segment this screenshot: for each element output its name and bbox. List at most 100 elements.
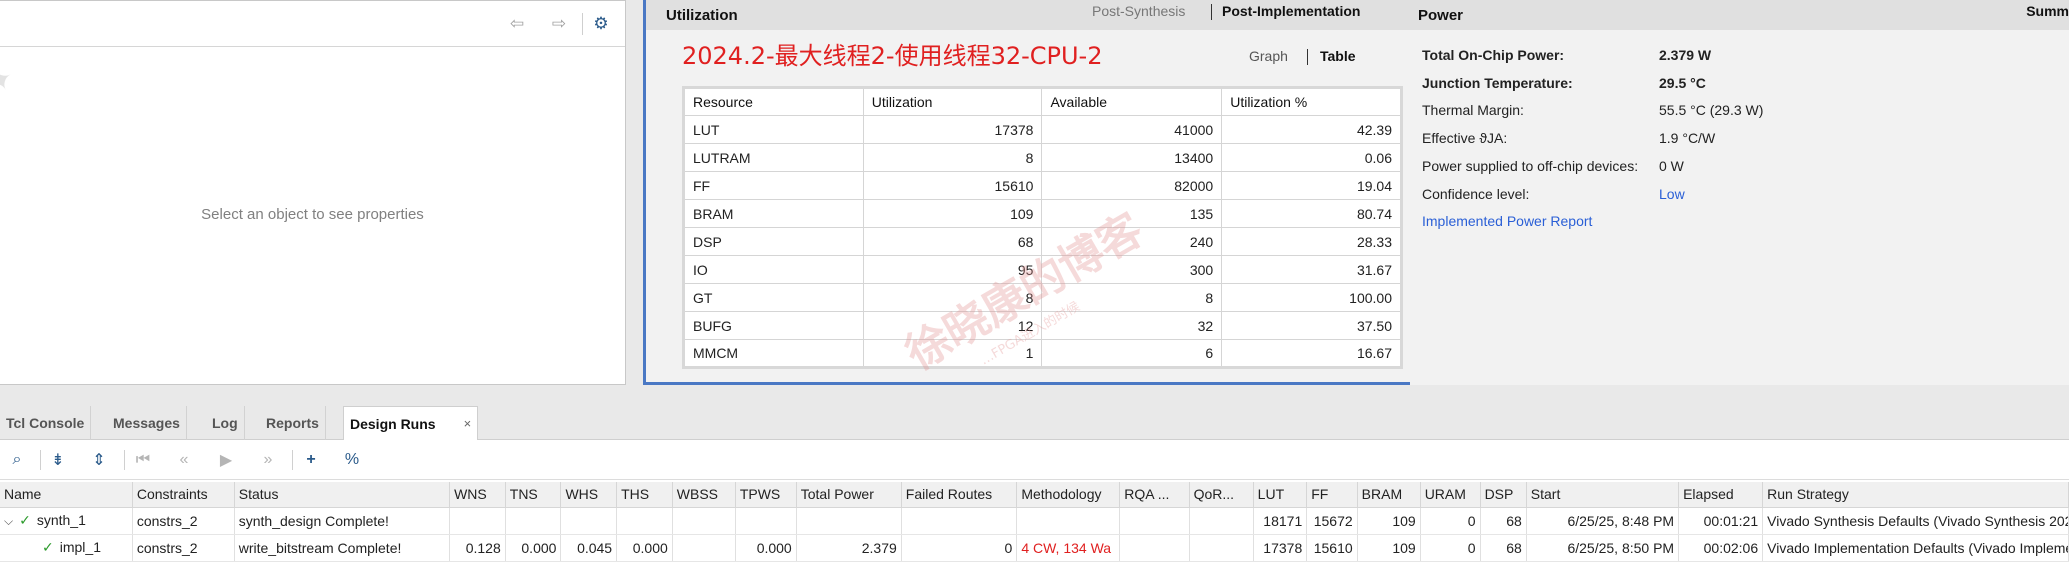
column-header[interactable]: QoR...: [1189, 482, 1254, 508]
ths-cell: 0.000: [616, 534, 673, 562]
tab-design-runs[interactable]: Design Runs ×: [343, 406, 479, 440]
tpws-cell: [735, 507, 797, 535]
column-header[interactable]: Total Power: [796, 482, 902, 508]
arrow-left-icon[interactable]: ⇦: [506, 13, 528, 35]
column-header[interactable]: Constraints: [132, 482, 235, 508]
toolbar-divider: [124, 450, 125, 470]
tab-log[interactable]: Log: [206, 406, 245, 440]
column-header[interactable]: Run Strategy: [1762, 482, 2069, 508]
tab-reports[interactable]: Reports: [260, 406, 326, 440]
utilization-cell: 68: [862, 227, 1043, 256]
chevron-down-icon[interactable]: ⌵: [4, 514, 13, 528]
percent-icon[interactable]: %: [341, 449, 363, 471]
tab-summary[interactable]: Summ: [2026, 3, 2069, 19]
run-name: synth_1: [36, 512, 86, 528]
column-header[interactable]: WHS: [560, 482, 618, 508]
wns-cell: [449, 507, 506, 535]
tab-label: Design Runs: [350, 415, 436, 432]
table-row[interactable]: BRAM 109 135 80.74: [683, 199, 1402, 228]
utilization-cell: 12: [862, 311, 1043, 340]
column-header[interactable]: Failed Routes: [901, 482, 1018, 508]
table-row[interactable]: BUFG 12 32 37.50: [683, 311, 1402, 340]
run-name-cell: ✓ impl_1: [0, 534, 133, 562]
tab-messages[interactable]: Messages: [107, 406, 187, 440]
utilization-header-row: Resource Utilization Available Utilizati…: [683, 87, 1402, 116]
percent-cell: 28.33: [1221, 227, 1402, 256]
previous-icon[interactable]: «: [173, 449, 195, 471]
column-header[interactable]: TPWS: [735, 482, 797, 508]
column-header[interactable]: DSP: [1480, 482, 1527, 508]
column-header[interactable]: WBSS: [672, 482, 736, 508]
view-graph-toggle[interactable]: Graph: [1249, 48, 1288, 64]
column-header[interactable]: THS: [616, 482, 673, 508]
search-icon[interactable]: ⌕: [6, 449, 28, 471]
status-cell: write_bitstream Complete!: [234, 534, 451, 562]
table-row[interactable]: MMCM 1 6 16.67: [683, 339, 1402, 368]
junction-temp-label: Junction Temperature:: [1422, 75, 1573, 91]
collapse-all-icon[interactable]: ⇟: [47, 449, 69, 471]
view-table-toggle[interactable]: Table: [1320, 48, 1356, 64]
total-power-label: Total On-Chip Power:: [1422, 47, 1565, 63]
ths-cell: [616, 507, 673, 535]
column-header[interactable]: FF: [1306, 482, 1358, 508]
column-header[interactable]: URAM: [1420, 482, 1481, 508]
theta-ja-value: 1.9 °C/W: [1659, 130, 1716, 146]
arrow-right-icon[interactable]: ⇨: [548, 13, 570, 35]
power-report-link[interactable]: Implemented Power Report: [1422, 213, 1592, 229]
properties-toolbar: ⇦ ⇨ ⚙: [0, 1, 625, 47]
tab-tcl-console[interactable]: Tcl Console: [0, 406, 92, 440]
column-header[interactable]: Elapsed: [1678, 482, 1764, 508]
table-row[interactable]: LUT 17378 41000 42.39: [683, 115, 1402, 144]
check-icon: ✓: [19, 512, 31, 528]
column-header[interactable]: LUT: [1253, 482, 1308, 508]
column-header[interactable]: Resource: [683, 87, 864, 116]
table-row[interactable]: GT 8 8 100.00: [683, 283, 1402, 312]
table-row[interactable]: LUTRAM 8 13400 0.06: [683, 143, 1402, 172]
toolbar-divider: [292, 450, 293, 470]
uram-cell: 0: [1420, 507, 1481, 535]
resource-cell: FF: [683, 171, 864, 200]
utilization-cell: 8: [862, 283, 1043, 312]
next-icon[interactable]: »: [257, 449, 279, 471]
total-power-cell: 2.379: [796, 534, 902, 562]
add-icon[interactable]: +: [300, 449, 322, 471]
table-row[interactable]: IO 95 300 31.67: [683, 255, 1402, 284]
column-header[interactable]: Utilization: [862, 87, 1043, 116]
tab-post-implementation[interactable]: Post-Implementation: [1222, 3, 1360, 19]
column-header[interactable]: Name: [0, 482, 133, 508]
column-header[interactable]: Available: [1041, 87, 1223, 116]
methodology-cell[interactable]: 4 CW, 134 Wa: [1016, 534, 1121, 562]
qor-cell: [1189, 534, 1254, 562]
column-header[interactable]: Methodology: [1016, 482, 1121, 508]
start-cell: 6/25/25, 8:50 PM: [1526, 534, 1680, 562]
status-cell: synth_design Complete!: [234, 507, 451, 535]
close-icon[interactable]: ×: [464, 416, 472, 431]
table-row[interactable]: ⌵ ✓ synth_1 constrs_2 synth_design Complet…: [0, 507, 2069, 535]
gear-icon[interactable]: ⚙: [590, 13, 612, 35]
expand-all-icon[interactable]: ⇕: [88, 449, 110, 471]
view-divider: [1307, 49, 1308, 65]
first-icon[interactable]: ⏮: [132, 449, 154, 471]
column-header[interactable]: TNS: [505, 482, 562, 508]
column-header[interactable]: Start: [1526, 482, 1680, 508]
play-icon[interactable]: ▶: [215, 449, 237, 471]
column-header[interactable]: BRAM: [1357, 482, 1421, 508]
table-row[interactable]: ✓ impl_1 constrs_2 write_bitstream Comple…: [0, 534, 2069, 562]
confidence-link[interactable]: Low: [1659, 186, 1685, 202]
column-header[interactable]: WNS: [449, 482, 506, 508]
junction-temp-value: 29.5 °C: [1659, 75, 1706, 91]
column-header[interactable]: RQA ...: [1119, 482, 1190, 508]
column-header[interactable]: Utilization %: [1221, 87, 1402, 116]
runs-header-row: Name Constraints Status WNS TNS WHS THS …: [0, 482, 2069, 508]
tab-post-synthesis[interactable]: Post-Synthesis: [1092, 3, 1185, 19]
available-cell: 82000: [1041, 171, 1223, 200]
column-header[interactable]: Status: [234, 482, 451, 508]
percent-cell: 80.74: [1221, 199, 1402, 228]
theta-ja-label: Effective ϑJA:: [1422, 130, 1508, 146]
table-row[interactable]: DSP 68 240 28.33: [683, 227, 1402, 256]
utilization-panel: Utilization Post-Synthesis Post-Implemen…: [643, 0, 1420, 385]
toolbar-divider: [40, 450, 41, 470]
properties-empty-message: Select an object to see properties: [201, 206, 424, 223]
percent-cell: 16.67: [1221, 339, 1402, 368]
table-row[interactable]: FF 15610 82000 19.04: [683, 171, 1402, 200]
